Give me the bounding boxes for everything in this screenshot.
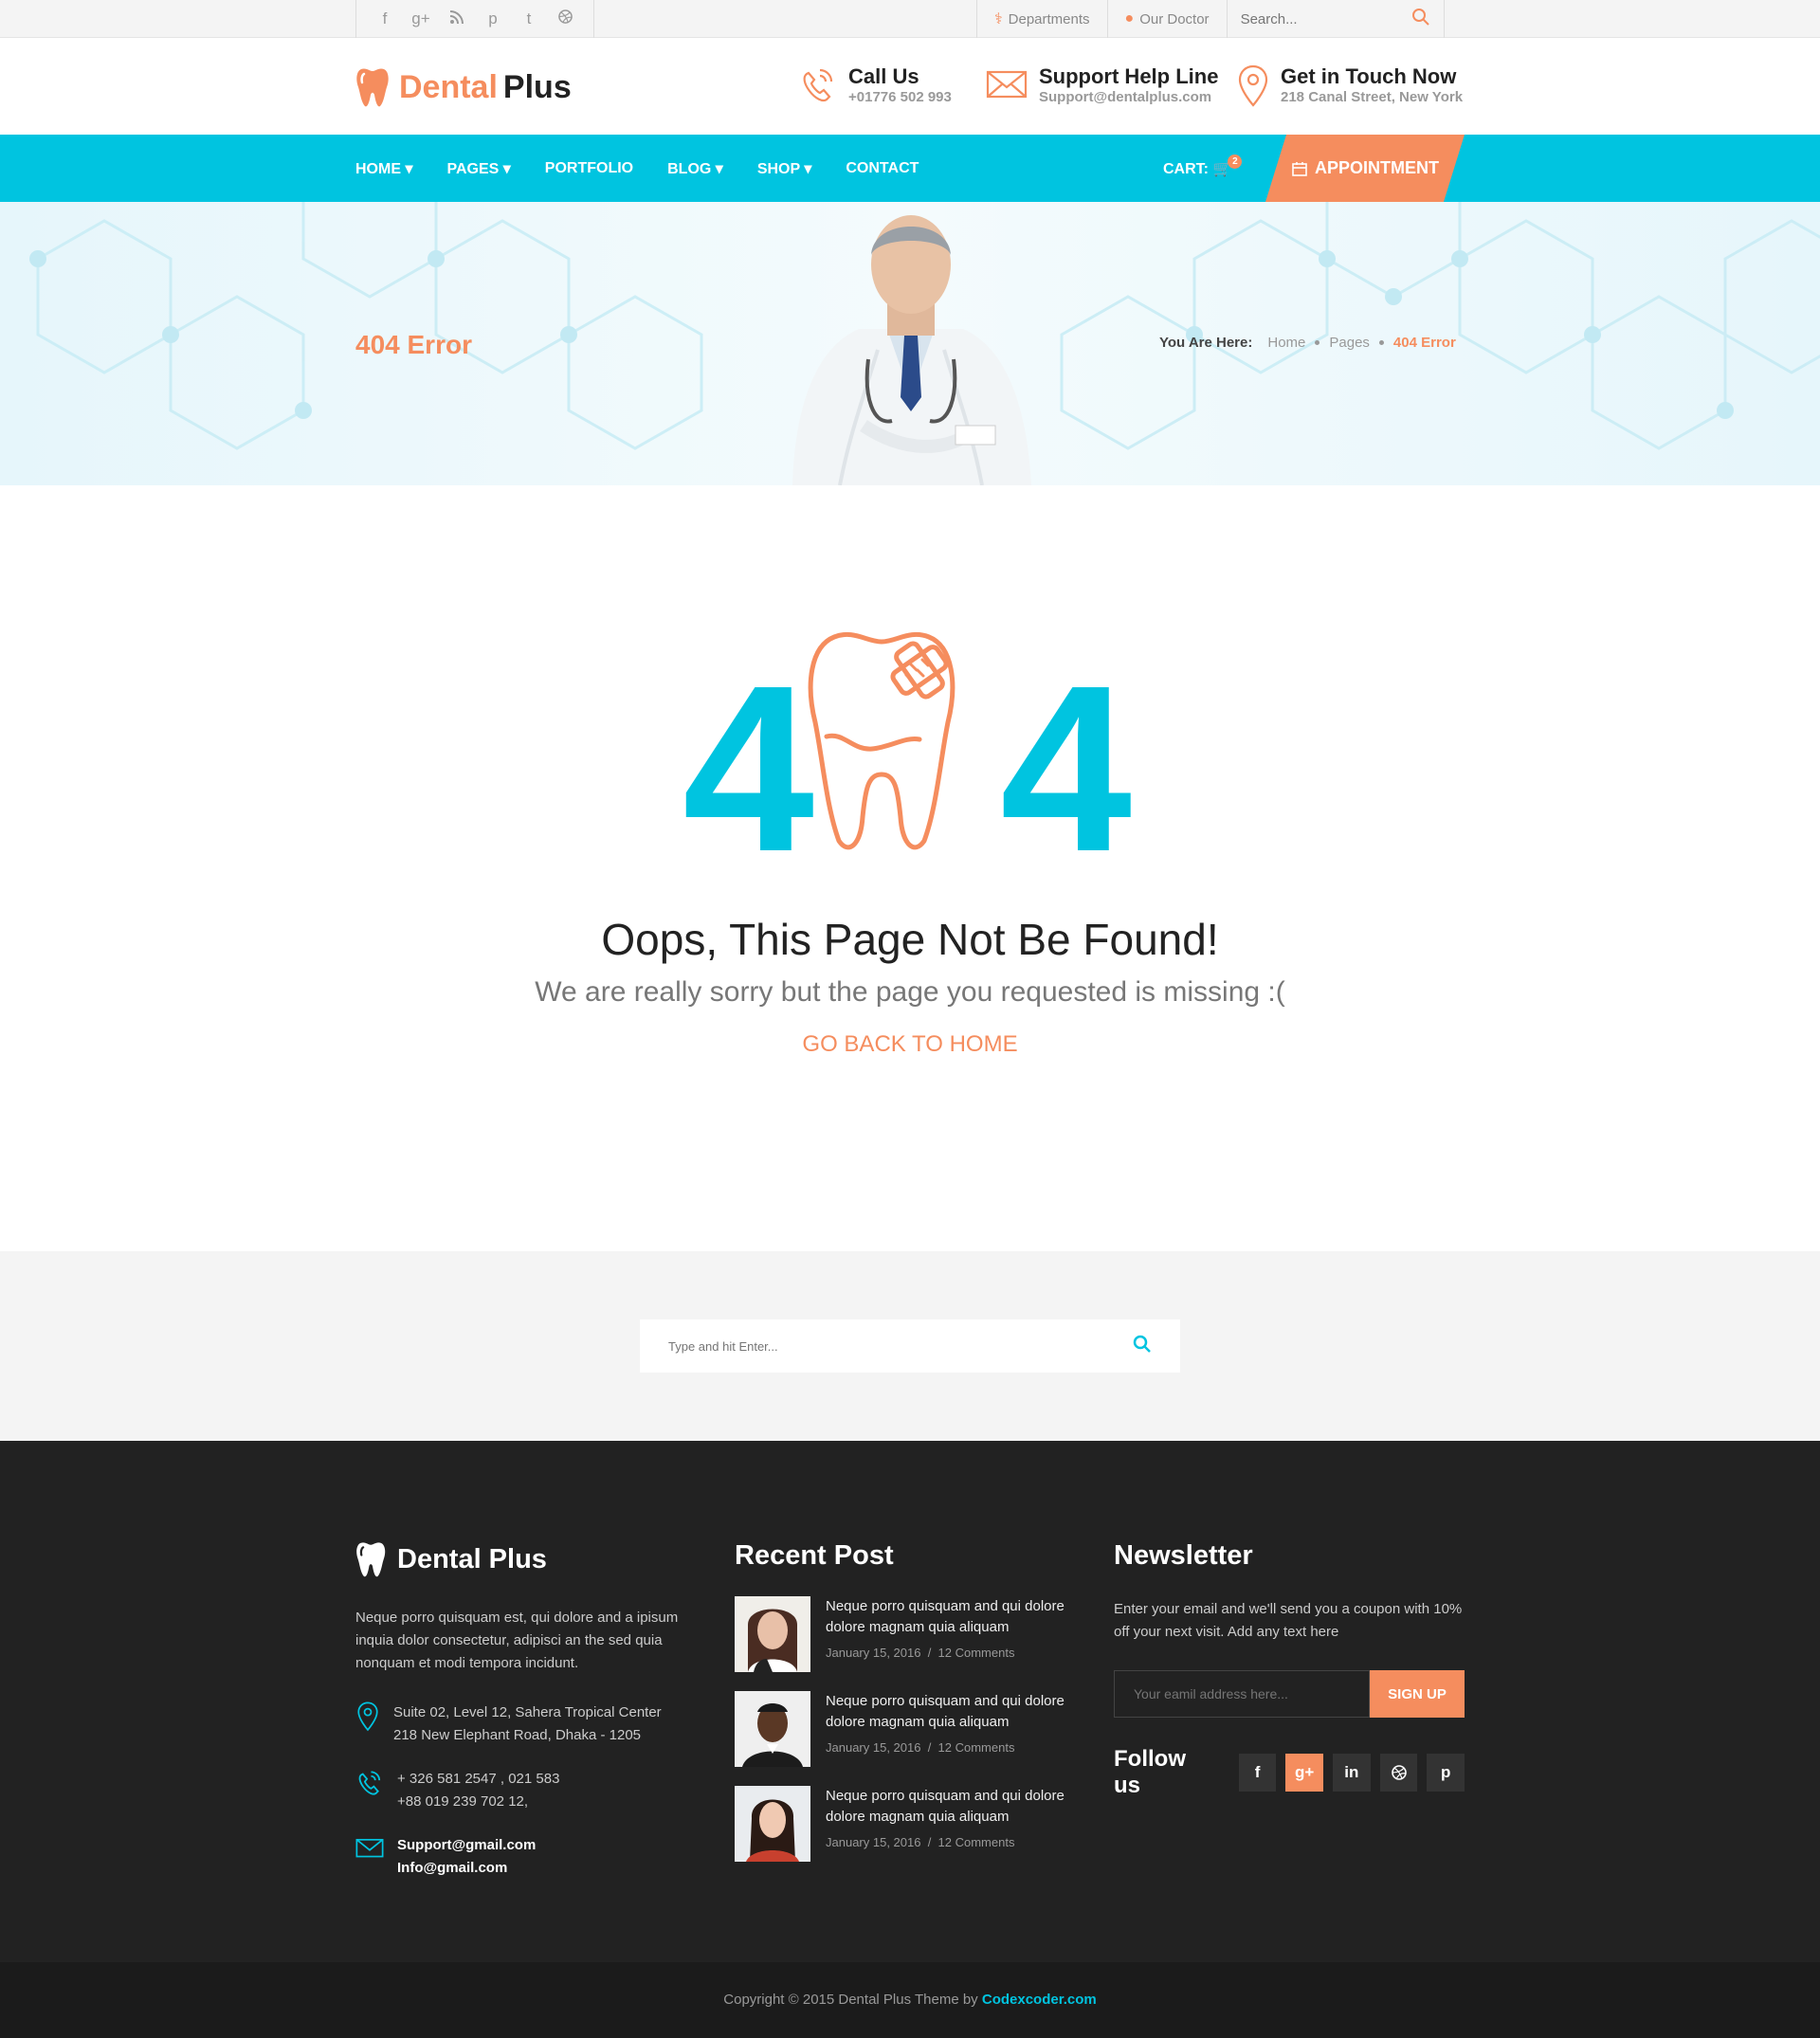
search-section <box>0 1251 1820 1441</box>
404-digit-left: 4 <box>682 636 814 855</box>
envelope-icon <box>986 70 1028 99</box>
main-nav: HOME ▾ PAGES ▾ PORTFOLIO BLOG ▾ SHOP ▾ C… <box>0 135 1820 202</box>
map-marker-icon <box>357 1701 378 1732</box>
nav-blog[interactable]: BLOG ▾ <box>667 159 723 178</box>
call-us-info: Call Us +01776 502 993 <box>799 64 952 106</box>
top-right-links: ⚕ Departments ● Our Doctor <box>976 0 1445 38</box>
footer-email-2[interactable]: Info@gmail.com <box>397 1857 536 1880</box>
recent-post-item[interactable]: Neque porro quisquam and qui dolore dolo… <box>735 1691 1095 1767</box>
site-logo[interactable]: Dental Plus <box>355 66 572 108</box>
support-info: Support Help Line Support@dentalplus.com <box>986 64 1218 105</box>
linkedin-icon[interactable]: in <box>1333 1754 1371 1792</box>
404-graphic: 4 4 <box>682 631 1132 855</box>
error-section: 4 4 Oops, This Page Not Be Found! We are… <box>0 485 1820 1251</box>
go-back-home-link[interactable]: GO BACK TO HOME <box>0 1031 1820 1058</box>
tooth-logo-icon <box>356 68 389 107</box>
appointment-button[interactable]: APPOINTMENT <box>1265 135 1465 202</box>
top-search-input[interactable] <box>1240 10 1392 27</box>
footer: Dental Plus Neque porro quisquam est, qu… <box>0 1441 1820 1962</box>
breadcrumb-pages[interactable]: Pages <box>1329 335 1370 351</box>
follow-us-label: Follow us <box>1114 1746 1186 1798</box>
breadcrumb: You Are Here: Home Pages 404 Error <box>1159 335 1456 351</box>
doctor-image <box>792 215 1031 485</box>
dribbble-icon[interactable] <box>550 9 580 28</box>
cart-link[interactable]: CART: 🛒2 <box>1163 155 1246 178</box>
facebook-icon[interactable]: f <box>1238 1754 1277 1792</box>
recent-post-item[interactable]: Neque porro quisquam and qui dolore dolo… <box>735 1786 1095 1862</box>
caret-down-icon: ▾ <box>715 160 723 177</box>
footer-email: Support@gmail.com Info@gmail.com <box>355 1834 706 1880</box>
phone-icon <box>358 1771 381 1795</box>
nav-pages[interactable]: PAGES ▾ <box>446 159 510 178</box>
header: Dental Plus Call Us +01776 502 993 Suppo… <box>0 38 1820 135</box>
rss-icon[interactable] <box>442 9 472 28</box>
post-thumbnail <box>735 1786 810 1862</box>
envelope-icon <box>355 1838 384 1858</box>
404-digit-right: 4 <box>1000 636 1132 855</box>
recent-post-heading: Recent Post <box>735 1540 894 1571</box>
logo-text-plus: Plus <box>502 68 572 105</box>
footer-about: Dental Plus Neque porro quisquam est, qu… <box>355 1540 706 1880</box>
follow-us: Follow us f g+ in p <box>1114 1746 1465 1799</box>
page-title: 404 Error <box>355 330 472 359</box>
logo-text-dental: Dental <box>399 68 498 105</box>
google-plus-icon[interactable]: g+ <box>1285 1754 1324 1792</box>
our-doctor-link[interactable]: ● Our Doctor <box>1106 0 1227 38</box>
search-icon[interactable] <box>1411 8 1430 31</box>
newsletter-form: SIGN UP <box>1114 1670 1465 1718</box>
phone-icon <box>803 68 833 102</box>
calendar-icon <box>1292 161 1307 176</box>
top-search <box>1226 0 1445 38</box>
post-thumbnail <box>735 1596 810 1672</box>
newsletter-heading: Newsletter <box>1114 1540 1253 1571</box>
footer-email-1[interactable]: Support@gmail.com <box>397 1834 536 1857</box>
departments-link[interactable]: ⚕ Departments <box>976 0 1107 38</box>
newsletter-email-input[interactable] <box>1114 1670 1370 1718</box>
nav-home[interactable]: HOME ▾ <box>355 159 412 178</box>
location-info: Get in Touch Now 218 Canal Street, New Y… <box>1237 64 1463 108</box>
search-input[interactable] <box>668 1338 1095 1354</box>
search-box <box>640 1319 1180 1373</box>
facebook-icon[interactable]: f <box>370 9 400 28</box>
tooth-bandage-icon <box>808 631 956 850</box>
google-plus-icon[interactable]: g+ <box>406 9 436 28</box>
recent-post-item[interactable]: Neque porro quisquam and qui dolore dolo… <box>735 1596 1095 1672</box>
top-bar: f g+ p t ⚕ Departments ● Our Doctor <box>0 0 1820 38</box>
breadcrumb-current: 404 Error <box>1392 335 1456 351</box>
page-banner: 404 Error You Are Here: Home Pages 404 E… <box>0 202 1820 485</box>
nav-shop[interactable]: SHOP ▾ <box>757 159 812 178</box>
footer-logo[interactable]: Dental Plus <box>355 1540 706 1578</box>
caret-down-icon: ▾ <box>502 160 511 177</box>
stethoscope-icon: ⚕ <box>994 11 1003 27</box>
tooth-logo-icon <box>356 1542 386 1577</box>
cart-count-badge: 2 <box>1228 155 1243 169</box>
pinterest-icon[interactable]: p <box>478 9 508 28</box>
footer-address: Suite 02, Level 12, Sahera Tropical Cent… <box>355 1701 706 1747</box>
copyright-text: Copyright © 2015 Dental Plus Theme by <box>723 1992 978 2008</box>
signup-button[interactable]: SIGN UP <box>1370 1670 1465 1718</box>
copyright-bar: Copyright © 2015 Dental Plus Theme by Co… <box>0 1962 1820 2038</box>
nav-contact[interactable]: CONTACT <box>846 160 919 177</box>
copyright-brand-link[interactable]: Codexcoder.com <box>982 1992 1097 2008</box>
error-subtext: We are really sorry but the page you req… <box>535 976 1285 1008</box>
map-marker-icon <box>1238 64 1268 107</box>
search-icon[interactable] <box>1133 1335 1152 1358</box>
footer-phone: + 326 581 2547 , 021 583 +88 019 239 702 … <box>355 1768 706 1813</box>
pinterest-icon[interactable]: p <box>1427 1754 1465 1792</box>
user-icon: ● <box>1124 10 1135 27</box>
error-heading: Oops, This Page Not Be Found! <box>601 915 1219 964</box>
top-social-links: f g+ p t <box>355 0 594 38</box>
caret-down-icon: ▾ <box>804 160 812 177</box>
post-thumbnail <box>735 1691 810 1767</box>
footer-about-text: Neque porro quisquam est, qui dolore and… <box>355 1610 679 1671</box>
dribbble-icon[interactable] <box>1379 1754 1418 1792</box>
footer-recent-posts: Recent Post Neque porro quisquam and qui… <box>735 1540 1095 1862</box>
caret-down-icon: ▾ <box>405 160 413 177</box>
footer-newsletter: Newsletter Enter your email and we'll se… <box>1114 1540 1465 1799</box>
twitter-icon[interactable]: t <box>514 9 544 28</box>
newsletter-text: Enter your email and we'll send you a co… <box>1114 1601 1463 1640</box>
breadcrumb-home[interactable]: Home <box>1267 335 1305 351</box>
nav-portfolio[interactable]: PORTFOLIO <box>545 160 633 177</box>
